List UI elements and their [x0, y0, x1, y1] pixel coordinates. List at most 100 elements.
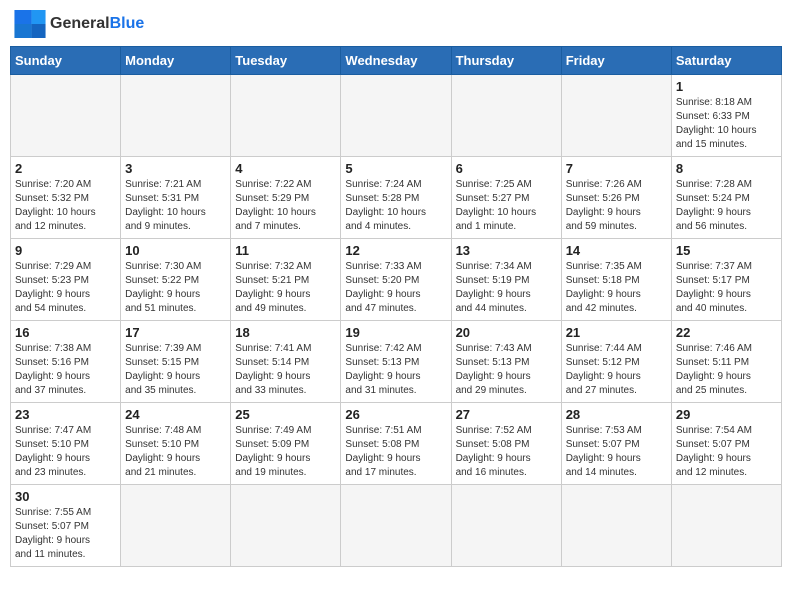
day-info: Sunrise: 7:54 AM Sunset: 5:07 PM Dayligh…: [676, 424, 777, 480]
calendar-cell: 6 Sunrise: 7:25 AM Sunset: 5:27 PM Daylig…: [451, 157, 561, 239]
day-info: Sunrise: 8:18 AM Sunset: 6:33 PM Dayligh…: [676, 96, 777, 152]
day-info: Sunrise: 7:24 AM Sunset: 5:28 PM Dayligh…: [345, 178, 446, 234]
calendar-cell: 8 Sunrise: 7:28 AM Sunset: 5:24 PM Daylig…: [671, 157, 781, 239]
calendar-week-row: 23 Sunrise: 7:47 AM Sunset: 5:10 PM Dayli…: [11, 403, 782, 485]
day-number: 17: [125, 325, 226, 340]
logo: GeneralBlue: [14, 10, 144, 38]
calendar-cell: 14Sunrise: 7:35 AM Sunset: 5:18 PM Dayli…: [561, 239, 671, 321]
day-info: Sunrise: 7:35 AM Sunset: 5:18 PM Dayligh…: [566, 260, 667, 316]
calendar-cell: 24 Sunrise: 7:48 AM Sunset: 5:10 PM Dayli…: [121, 403, 231, 485]
day-number: 16: [15, 325, 116, 340]
calendar-cell: [11, 75, 121, 157]
day-info: Sunrise: 7:52 AM Sunset: 5:08 PM Dayligh…: [456, 424, 557, 480]
day-info: Sunrise: 7:21 AM Sunset: 5:31 PM Dayligh…: [125, 178, 226, 234]
calendar-cell: [561, 75, 671, 157]
calendar-cell: [121, 75, 231, 157]
day-number: 9: [15, 243, 116, 258]
day-info: Sunrise: 7:29 AM Sunset: 5:23 PM Dayligh…: [15, 260, 116, 316]
calendar-cell: 3 Sunrise: 7:21 AM Sunset: 5:31 PM Daylig…: [121, 157, 231, 239]
day-info: Sunrise: 7:28 AM Sunset: 5:24 PM Dayligh…: [676, 178, 777, 234]
calendar-cell: [561, 485, 671, 567]
calendar-table: SundayMondayTuesdayWednesdayThursdayFrid…: [10, 46, 782, 567]
calendar-cell: 28 Sunrise: 7:53 AM Sunset: 5:07 PM Dayli…: [561, 403, 671, 485]
day-info: Sunrise: 7:26 AM Sunset: 5:26 PM Dayligh…: [566, 178, 667, 234]
calendar-week-row: 2Sunrise: 7:20 AM Sunset: 5:32 PM Daylig…: [11, 157, 782, 239]
day-number: 23: [15, 407, 116, 422]
day-info: Sunrise: 7:22 AM Sunset: 5:29 PM Dayligh…: [235, 178, 336, 234]
calendar-cell: 5 Sunrise: 7:24 AM Sunset: 5:28 PM Daylig…: [341, 157, 451, 239]
day-info: Sunrise: 7:49 AM Sunset: 5:09 PM Dayligh…: [235, 424, 336, 480]
calendar-week-row: 1Sunrise: 8:18 AM Sunset: 6:33 PM Daylig…: [11, 75, 782, 157]
day-number: 28: [566, 407, 667, 422]
calendar-cell: [121, 485, 231, 567]
calendar-week-row: 9 Sunrise: 7:29 AM Sunset: 5:23 PM Daylig…: [11, 239, 782, 321]
calendar-cell: 2Sunrise: 7:20 AM Sunset: 5:32 PM Daylig…: [11, 157, 121, 239]
day-header-thursday: Thursday: [451, 47, 561, 75]
day-info: Sunrise: 7:44 AM Sunset: 5:12 PM Dayligh…: [566, 342, 667, 398]
day-info: Sunrise: 7:41 AM Sunset: 5:14 PM Dayligh…: [235, 342, 336, 398]
day-info: Sunrise: 7:32 AM Sunset: 5:21 PM Dayligh…: [235, 260, 336, 316]
day-number: 7: [566, 161, 667, 176]
day-number: 13: [456, 243, 557, 258]
logo-text: GeneralBlue: [50, 15, 144, 33]
calendar-week-row: 16 Sunrise: 7:38 AM Sunset: 5:16 PM Dayli…: [11, 321, 782, 403]
calendar-cell: 21Sunrise: 7:44 AM Sunset: 5:12 PM Dayli…: [561, 321, 671, 403]
day-number: 26: [345, 407, 446, 422]
calendar-cell: 9 Sunrise: 7:29 AM Sunset: 5:23 PM Daylig…: [11, 239, 121, 321]
day-number: 20: [456, 325, 557, 340]
calendar-cell: 22 Sunrise: 7:46 AM Sunset: 5:11 PM Dayli…: [671, 321, 781, 403]
day-info: Sunrise: 7:48 AM Sunset: 5:10 PM Dayligh…: [125, 424, 226, 480]
day-info: Sunrise: 7:53 AM Sunset: 5:07 PM Dayligh…: [566, 424, 667, 480]
calendar-cell: 25 Sunrise: 7:49 AM Sunset: 5:09 PM Dayli…: [231, 403, 341, 485]
day-header-monday: Monday: [121, 47, 231, 75]
day-header-tuesday: Tuesday: [231, 47, 341, 75]
day-info: Sunrise: 7:33 AM Sunset: 5:20 PM Dayligh…: [345, 260, 446, 316]
day-number: 22: [676, 325, 777, 340]
day-number: 10: [125, 243, 226, 258]
day-number: 8: [676, 161, 777, 176]
calendar-cell: [451, 75, 561, 157]
calendar-cell: 4 Sunrise: 7:22 AM Sunset: 5:29 PM Daylig…: [231, 157, 341, 239]
calendar-cell: [671, 485, 781, 567]
day-header-sunday: Sunday: [11, 47, 121, 75]
day-number: 5: [345, 161, 446, 176]
day-number: 2: [15, 161, 116, 176]
calendar-cell: 10 Sunrise: 7:30 AM Sunset: 5:22 PM Dayli…: [121, 239, 231, 321]
calendar-cell: 17 Sunrise: 7:39 AM Sunset: 5:15 PM Dayli…: [121, 321, 231, 403]
day-info: Sunrise: 7:47 AM Sunset: 5:10 PM Dayligh…: [15, 424, 116, 480]
calendar-cell: 12 Sunrise: 7:33 AM Sunset: 5:20 PM Dayli…: [341, 239, 451, 321]
day-number: 6: [456, 161, 557, 176]
calendar-cell: 30Sunrise: 7:55 AM Sunset: 5:07 PM Dayli…: [11, 485, 121, 567]
calendar-cell: 23 Sunrise: 7:47 AM Sunset: 5:10 PM Dayli…: [11, 403, 121, 485]
day-number: 15: [676, 243, 777, 258]
calendar-cell: 7 Sunrise: 7:26 AM Sunset: 5:26 PM Daylig…: [561, 157, 671, 239]
day-number: 19: [345, 325, 446, 340]
day-number: 3: [125, 161, 226, 176]
calendar-cell: [231, 485, 341, 567]
day-number: 12: [345, 243, 446, 258]
logo-icon: [14, 10, 46, 38]
calendar-header-row: SundayMondayTuesdayWednesdayThursdayFrid…: [11, 47, 782, 75]
calendar-cell: 1Sunrise: 8:18 AM Sunset: 6:33 PM Daylig…: [671, 75, 781, 157]
day-number: 29: [676, 407, 777, 422]
day-header-saturday: Saturday: [671, 47, 781, 75]
day-info: Sunrise: 7:25 AM Sunset: 5:27 PM Dayligh…: [456, 178, 557, 234]
day-info: Sunrise: 7:43 AM Sunset: 5:13 PM Dayligh…: [456, 342, 557, 398]
calendar-cell: 29 Sunrise: 7:54 AM Sunset: 5:07 PM Dayli…: [671, 403, 781, 485]
day-info: Sunrise: 7:38 AM Sunset: 5:16 PM Dayligh…: [15, 342, 116, 398]
day-info: Sunrise: 7:55 AM Sunset: 5:07 PM Dayligh…: [15, 506, 116, 562]
day-info: Sunrise: 7:30 AM Sunset: 5:22 PM Dayligh…: [125, 260, 226, 316]
day-info: Sunrise: 7:42 AM Sunset: 5:13 PM Dayligh…: [345, 342, 446, 398]
day-number: 4: [235, 161, 336, 176]
day-info: Sunrise: 7:34 AM Sunset: 5:19 PM Dayligh…: [456, 260, 557, 316]
calendar-cell: 27Sunrise: 7:52 AM Sunset: 5:08 PM Dayli…: [451, 403, 561, 485]
calendar-cell: 20 Sunrise: 7:43 AM Sunset: 5:13 PM Dayli…: [451, 321, 561, 403]
day-info: Sunrise: 7:46 AM Sunset: 5:11 PM Dayligh…: [676, 342, 777, 398]
calendar-cell: 19 Sunrise: 7:42 AM Sunset: 5:13 PM Dayli…: [341, 321, 451, 403]
calendar-cell: 26 Sunrise: 7:51 AM Sunset: 5:08 PM Dayli…: [341, 403, 451, 485]
day-number: 24: [125, 407, 226, 422]
day-info: Sunrise: 7:51 AM Sunset: 5:08 PM Dayligh…: [345, 424, 446, 480]
day-number: 25: [235, 407, 336, 422]
calendar-cell: 16 Sunrise: 7:38 AM Sunset: 5:16 PM Dayli…: [11, 321, 121, 403]
day-info: Sunrise: 7:39 AM Sunset: 5:15 PM Dayligh…: [125, 342, 226, 398]
